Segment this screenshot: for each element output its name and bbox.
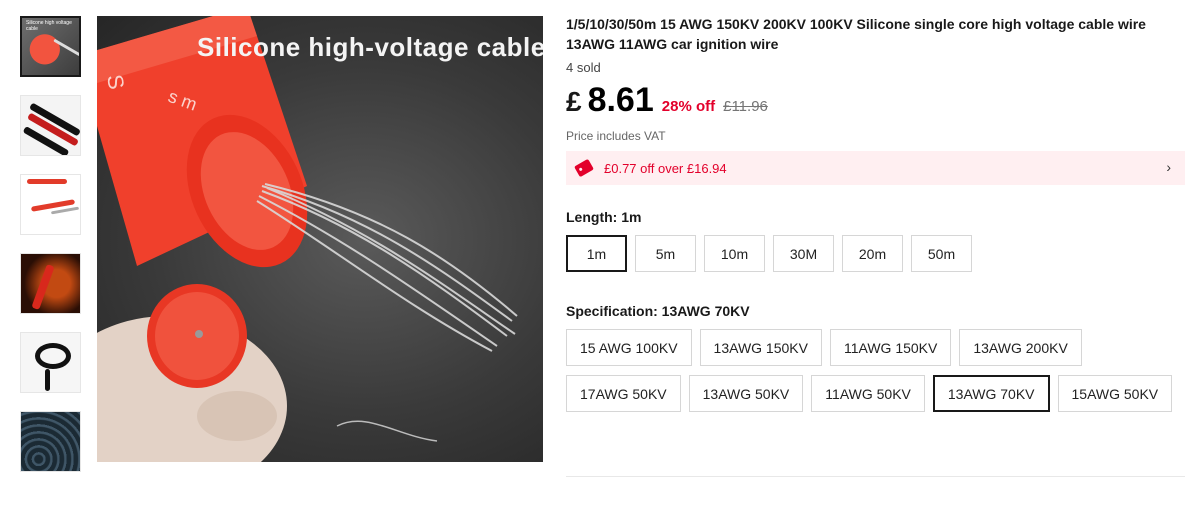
spec-option[interactable]: 15 AWG 100KV: [566, 329, 692, 366]
product-title: 1/5/10/30/50m 15 AWG 150KV 200KV 100KV S…: [566, 16, 1146, 52]
main-image-caption: Silicone high-voltage cable: [197, 32, 543, 62]
spec-option[interactable]: 13AWG 50KV: [688, 375, 804, 412]
length-option-50m[interactable]: 50m: [911, 235, 972, 272]
spec-option[interactable]: 15AWG 50KV: [1057, 375, 1173, 412]
specification-options: 15 AWG 100KV 13AWG 150KV 11AWG 150KV 13A…: [566, 329, 1186, 421]
spec-option-selected[interactable]: 13AWG 70KV: [932, 375, 1050, 412]
coupon-tag-icon: [574, 158, 594, 178]
thumbnail-1[interactable]: Silicone high voltage cable: [20, 16, 81, 77]
length-option-5m[interactable]: 5m: [635, 235, 696, 272]
divider: [566, 476, 1185, 477]
discount-badge: 28% off: [661, 98, 716, 115]
coupon-text: £0.77 off over £16.94: [604, 160, 727, 176]
chevron-right-icon[interactable]: ›: [1166, 159, 1171, 175]
currency-symbol: £: [566, 86, 582, 117]
spec-option[interactable]: 17AWG 50KV: [566, 375, 681, 412]
spec-option[interactable]: 13AWG 200KV: [959, 329, 1082, 366]
product-info: 1/5/10/30/50m 15 AWG 150KV 200KV 100KV S…: [566, 14, 1186, 421]
cable-illustration: S s m: [97, 16, 518, 462]
sold-count: 4 sold: [566, 60, 601, 75]
main-product-image: S s m Silicone high-voltage cable: [97, 16, 543, 462]
specification-label: Specification: 13AWG 70KV: [566, 303, 750, 319]
thumbnail-4[interactable]: [20, 253, 81, 314]
spec-option[interactable]: 11AWG 50KV: [811, 375, 925, 412]
thumbnail-2[interactable]: [20, 95, 81, 156]
thumbnail-3[interactable]: [20, 174, 81, 235]
length-options: 1m 5m 10m 30M 20m 50m: [566, 235, 1186, 281]
thumbnail-6[interactable]: [20, 411, 81, 472]
price-row: £ 8.61 28% off £11.96: [566, 81, 1186, 121]
spec-option[interactable]: 11AWG 150KV: [829, 329, 952, 366]
spec-option[interactable]: 13AWG 150KV: [699, 329, 822, 366]
vat-note: Price includes VAT: [566, 129, 666, 143]
length-option-1m[interactable]: 1m: [566, 235, 627, 272]
length-option-10m[interactable]: 10m: [704, 235, 765, 272]
original-price: £11.96: [723, 98, 768, 115]
thumbnail-caption: Silicone high voltage cable: [26, 20, 72, 32]
current-price: 8.61: [587, 81, 654, 119]
length-option-30m[interactable]: 30M: [773, 235, 834, 272]
length-option-20m[interactable]: 20m: [842, 235, 903, 272]
coupon-banner[interactable]: £0.77 off over £16.94 ›: [566, 151, 1185, 185]
length-label: Length: 1m: [566, 209, 642, 225]
thumbnail-5[interactable]: [20, 332, 81, 393]
thumbnail-list: Silicone high voltage cable: [20, 16, 81, 490]
